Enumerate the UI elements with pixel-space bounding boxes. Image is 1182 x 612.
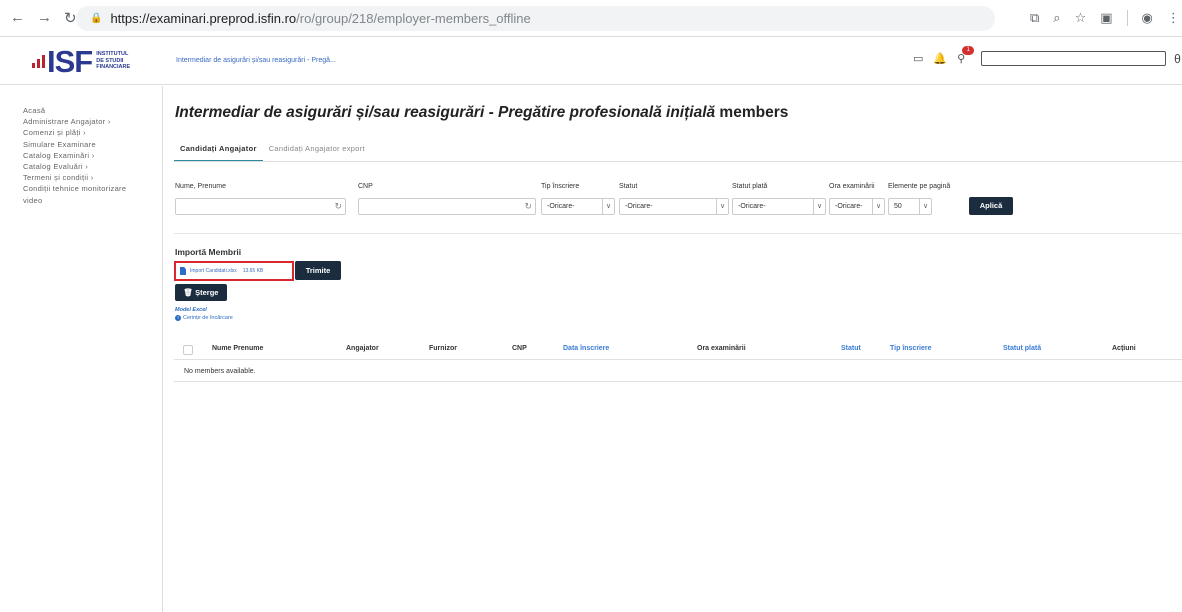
- menu-icon[interactable]: ⋮: [1167, 10, 1180, 26]
- sidebar-item-conditii-tehnice-cont[interactable]: video: [23, 195, 162, 206]
- statut-plata-select[interactable]: -Oricare- ∨: [732, 198, 826, 215]
- sidebar-item-simulare[interactable]: Simulare Examinare: [23, 139, 162, 150]
- refresh-icon[interactable]: ↻: [334, 201, 342, 212]
- sidebar-item-administrare[interactable]: Administrare Angajator ›: [23, 116, 162, 127]
- members-table: Nume Prenume Angajator Furnizor CNP Data…: [174, 337, 1182, 382]
- browser-nav: ← → ↻: [0, 9, 77, 27]
- file-chip[interactable]: Import Candidati.xlsx 13.65 KB: [174, 261, 294, 281]
- import-links: Model Excel ? Cerințe de încărcare: [175, 306, 233, 322]
- back-icon[interactable]: ←: [10, 9, 25, 27]
- delete-button-label: Șterge: [195, 288, 219, 297]
- col-statut-plata[interactable]: Statut plată: [1003, 345, 1041, 352]
- logo-mark: ISF: [47, 43, 93, 79]
- star-icon[interactable]: ☆: [1075, 10, 1087, 26]
- profile-icon[interactable]: ◉: [1142, 10, 1153, 26]
- chevron-down-icon: ∨: [813, 199, 825, 214]
- refresh-icon[interactable]: ↻: [524, 201, 532, 212]
- bell-icon[interactable]: 🔔: [933, 52, 947, 65]
- requirements-link[interactable]: ? Cerințe de încărcare: [175, 314, 233, 322]
- divider: [174, 233, 1182, 234]
- info-icon: ?: [175, 315, 181, 321]
- tab-candidati-export[interactable]: Candidați Angajator export: [263, 144, 371, 162]
- calendar-icon[interactable]: ▭: [913, 52, 923, 65]
- elemente-select[interactable]: 50 ∨: [888, 198, 932, 215]
- empty-message: No members available.: [174, 360, 1182, 382]
- file-icon: [180, 267, 186, 275]
- chevron-down-icon: ∨: [919, 199, 931, 214]
- col-ora-examinarii: Ora examinării: [697, 345, 746, 352]
- extension-icon[interactable]: ▣: [1100, 10, 1112, 26]
- sidebar-item-conditii-tehnice[interactable]: Condiții tehnice monitorizare: [23, 183, 162, 194]
- tabs: Candidați Angajator Candidați Angajator …: [174, 144, 371, 162]
- logo-text: INSTITUTUL DE STUDII FINANCIARE: [96, 51, 131, 71]
- forward-icon[interactable]: →: [37, 9, 52, 27]
- col-nume-prenume: Nume Prenume: [212, 345, 264, 352]
- cart-badge: 1: [962, 46, 975, 55]
- sidebar-item-catalog-examinari[interactable]: Catalog Examinări ›: [23, 150, 162, 161]
- header-search-input[interactable]: [981, 51, 1167, 66]
- chevron-down-icon: ∨: [872, 199, 884, 214]
- sidebar-item-termeni[interactable]: Termeni și condiții ›: [23, 172, 162, 183]
- url-host: https://examinari.preprod.isfin.ro: [110, 11, 297, 26]
- statut-plata-filter-label: Statut plată: [732, 183, 768, 190]
- translate-icon[interactable]: ⧉: [1030, 10, 1039, 26]
- col-data-inscriere[interactable]: Data înscriere: [563, 345, 609, 352]
- tabs-divider: [174, 161, 1182, 162]
- divider: [1126, 10, 1128, 26]
- lock-icon: 🔒: [90, 13, 103, 24]
- cart-icon[interactable]: ⚲ 1: [957, 46, 975, 65]
- logo[interactable]: ISF INSTITUTUL DE STUDII FINANCIARE: [0, 37, 163, 85]
- table-header: Nume Prenume Angajator Furnizor CNP Data…: [174, 337, 1182, 360]
- cnp-filter-input[interactable]: ↻: [358, 198, 536, 215]
- browser-actions: ⧉ ⌕ ☆ ▣ ◉ ⋮: [1030, 10, 1180, 26]
- apply-button[interactable]: Aplică: [969, 197, 1013, 215]
- logo-bars-icon: [32, 54, 45, 68]
- browser-toolbar: ← → ↻ 🔒 https://examinari.preprod.isfin.…: [0, 0, 1182, 37]
- col-cnp: CNP: [512, 345, 527, 352]
- address-bar[interactable]: 🔒 https://examinari.preprod.isfin.ro/ro/…: [76, 6, 995, 31]
- select-all-checkbox[interactable]: [183, 345, 193, 355]
- send-button[interactable]: Trimite: [295, 261, 341, 280]
- col-tip-inscriere[interactable]: Tip înscriere: [890, 345, 932, 352]
- ora-filter-label: Ora examinării: [829, 183, 875, 190]
- header-breadcrumb[interactable]: Intermediar de asigurări și/sau reasigur…: [176, 57, 336, 64]
- trash-icon: 🗑: [183, 288, 194, 297]
- name-filter-input[interactable]: ↻: [175, 198, 346, 215]
- chevron-down-icon: ∨: [602, 199, 614, 214]
- elemente-filter-label: Elemente pe pagină: [888, 183, 951, 190]
- name-filter-label: Nume, Prenume: [175, 183, 226, 190]
- header-actions: ▭ 🔔 ⚲ 1 θ: [913, 46, 1181, 66]
- statut-select[interactable]: -Oricare- ∨: [619, 198, 729, 215]
- tab-candidati-angajator[interactable]: Candidați Angajator: [174, 144, 263, 162]
- col-furnizor: Furnizor: [429, 345, 457, 352]
- sidebar: Acasă Administrare Angajator › Comenzi ș…: [0, 86, 163, 612]
- chevron-down-icon: ∨: [716, 199, 728, 214]
- col-statut[interactable]: Statut: [841, 345, 861, 352]
- ora-select[interactable]: -Oricare- ∨: [829, 198, 885, 215]
- reload-icon[interactable]: ↻: [64, 9, 77, 27]
- cnp-filter-label: CNP: [358, 183, 373, 190]
- sidebar-item-comenzi[interactable]: Comenzi și plăți ›: [23, 127, 162, 138]
- tip-select[interactable]: -Oricare- ∨: [541, 198, 615, 215]
- model-excel-link[interactable]: Model Excel: [175, 306, 233, 314]
- file-name: Import Candidati.xlsx: [190, 268, 237, 274]
- url-path: /ro/group/218/employer-members_offline: [296, 11, 531, 26]
- file-size: 13.65 KB: [242, 268, 264, 274]
- main-content: Intermediar de asigurări și/sau reasigur…: [164, 86, 1182, 612]
- app-header: ISF INSTITUTUL DE STUDII FINANCIARE Inte…: [0, 37, 1182, 85]
- import-title: Importă Membrii: [175, 247, 242, 257]
- col-actiuni: Acțiuni: [1112, 345, 1136, 352]
- statut-filter-label: Statut: [619, 183, 638, 190]
- sidebar-item-catalog-evaluari[interactable]: Catalog Evaluări ›: [23, 161, 162, 172]
- zoom-icon[interactable]: ⌕: [1053, 10, 1060, 26]
- user-icon[interactable]: θ: [1174, 52, 1181, 66]
- col-angajator: Angajator: [346, 345, 379, 352]
- page-title: Intermediar de asigurări și/sau reasigur…: [175, 104, 789, 121]
- delete-button[interactable]: 🗑 Șterge: [175, 284, 227, 301]
- tip-filter-label: Tip înscriere: [541, 183, 580, 190]
- sidebar-item-acasa[interactable]: Acasă: [23, 105, 162, 116]
